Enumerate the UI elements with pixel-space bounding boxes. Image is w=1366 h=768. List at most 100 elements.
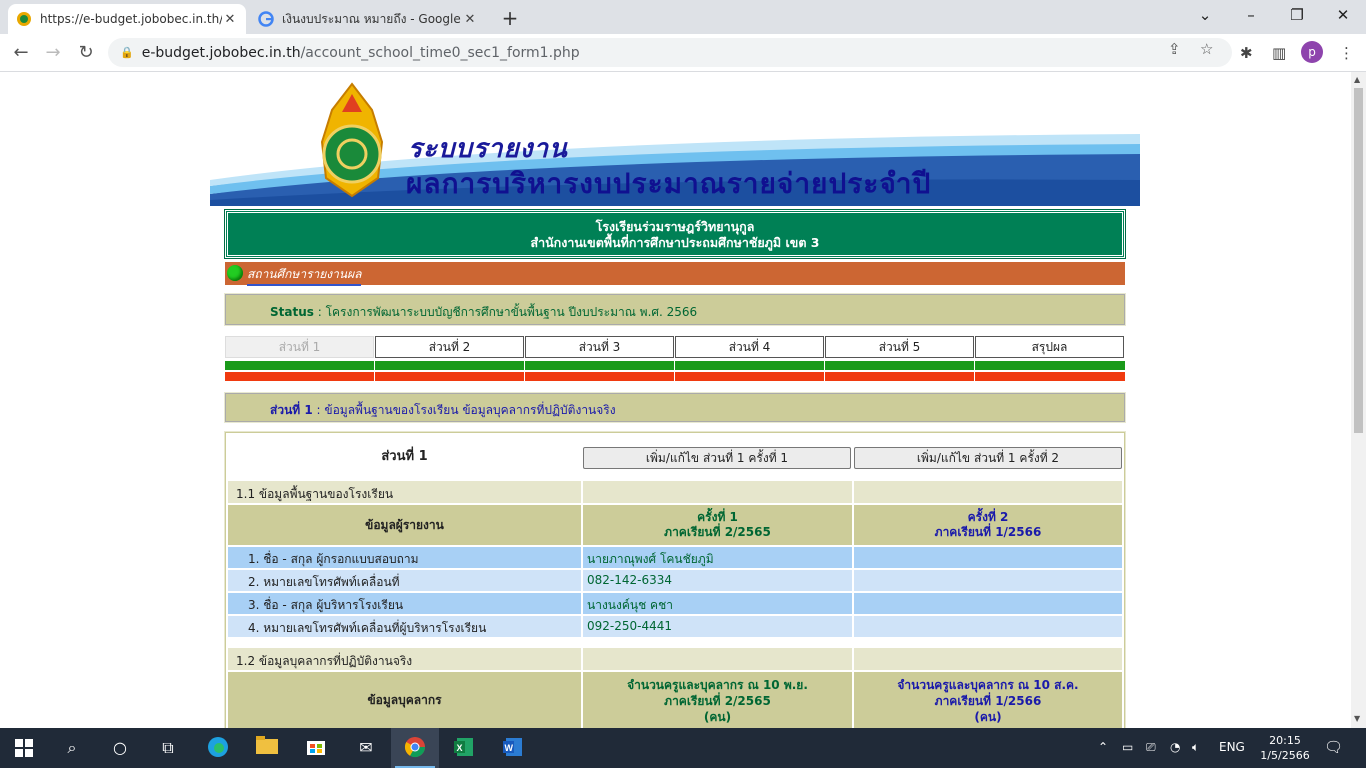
word-icon[interactable]: W — [501, 736, 525, 760]
personnel-header-row: ข้อมูลบุคลากร จำนวนครูและบุคลากร ณ 10 พ.… — [228, 672, 1122, 728]
menu-kebab-icon[interactable]: ⋮ — [1339, 44, 1354, 62]
round2-header: ครั้งที่ 2 ภาคเรียนที่ 1/2566 — [854, 505, 1122, 545]
progress-red-3 — [525, 372, 674, 381]
browser-tab-bar: https://e-budget.jobobec.in.th/ac ✕ เงิน… — [0, 0, 1366, 34]
section-1-2-title: 1.2 ข้อมูลบุคลากรที่ปฏิบัติงานจริง — [228, 648, 581, 670]
excel-icon[interactable]: X — [452, 736, 476, 760]
section-1-2-cell2 — [583, 648, 852, 670]
maximize-icon[interactable]: ❐ — [1274, 0, 1320, 30]
new-tab-icon[interactable]: + — [498, 6, 522, 30]
scrollbar-thumb[interactable] — [1354, 88, 1363, 433]
table-row: 1. ชื่อ - สกุล ผู้กรอกแบบสอบถาม นายภาณุพ… — [228, 547, 1122, 568]
system-clock[interactable]: 20:15 1/5/2566 — [1250, 733, 1320, 763]
reload-icon[interactable]: ↻ — [73, 40, 99, 66]
tab-summary[interactable]: สรุปผล — [975, 336, 1124, 358]
volume-icon[interactable]: 🔈︎ — [1192, 740, 1199, 755]
edit-section1-round1-button[interactable]: เพิ่ม/แก้ไข ส่วนที่ 1 ครั้งที่ 1 — [583, 447, 851, 469]
cortana-icon[interactable]: ○ — [108, 736, 132, 760]
site-favicon-icon — [17, 12, 31, 26]
round2-line1: ครั้งที่ 2 — [967, 510, 1009, 524]
language-indicator[interactable]: ENG — [1219, 740, 1245, 754]
tab-section-2[interactable]: ส่วนที่ 2 — [375, 336, 524, 358]
clock-time: 20:15 — [1269, 734, 1301, 747]
show-hidden-icons-chevron-icon[interactable]: ⌃ — [1098, 740, 1108, 754]
meet-now-icon[interactable]: ⎚ — [1146, 740, 1156, 755]
tab-section-5[interactable]: ส่วนที่ 5 — [825, 336, 974, 358]
progress-green-1 — [225, 361, 374, 370]
section-1-1-cell3 — [854, 481, 1122, 503]
row-value-round2 — [854, 570, 1122, 591]
progress-red-4 — [675, 372, 824, 381]
search-icon[interactable]: ⌕ — [60, 736, 84, 760]
header-banner: ระบบรายงาน ผลการบริหารงบประมาณรายจ่ายประ… — [210, 82, 1140, 206]
part-label: ส่วนที่ 1 — [270, 403, 313, 417]
url-omnibox[interactable]: 🔒 e-budget.jobobec.in.th/account_school_… — [108, 38, 1232, 67]
chrome-icon[interactable] — [403, 736, 427, 760]
address-toolbar: ← → ↻ 🔒 e-budget.jobobec.in.th/account_s… — [0, 34, 1366, 72]
obec-emblem-icon — [320, 82, 384, 198]
scroll-down-icon[interactable]: ▼ — [1354, 714, 1360, 723]
side-panel-icon[interactable]: ▥ — [1272, 44, 1286, 62]
mail-icon[interactable]: ✉ — [354, 736, 378, 760]
share-icon[interactable]: ⇪ — [1168, 40, 1181, 58]
reporter-header: ข้อมูลผู้รายงาน — [228, 505, 581, 545]
section-tabs: ส่วนที่ 1 ส่วนที่ 2 ส่วนที่ 3 ส่วนที่ 4 … — [225, 336, 1125, 358]
section-1-2-cell3 — [854, 648, 1122, 670]
forward-icon[interactable]: → — [40, 40, 66, 66]
progress-red-6 — [975, 372, 1125, 381]
progress-green-2 — [375, 361, 524, 370]
tab-section-1[interactable]: ส่วนที่ 1 — [225, 336, 374, 358]
row-value-round2 — [854, 547, 1122, 568]
round2-line2: ภาคเรียนที่ 1/2566 — [934, 525, 1042, 539]
url-host: e-budget.jobobec.in.th — [141, 44, 301, 61]
wifi-icon[interactable]: ◔ — [1170, 740, 1180, 754]
scroll-up-icon[interactable]: ▲ — [1354, 75, 1360, 84]
tab-section-3[interactable]: ส่วนที่ 3 — [525, 336, 674, 358]
svg-text:X: X — [457, 743, 463, 753]
table-row: 2. หมายเลขโทรศัพท์เคลื่อนที่ 082-142-633… — [228, 570, 1122, 591]
section-1-2-row: 1.2 ข้อมูลบุคลากรที่ปฏิบัติงานจริง — [228, 648, 1122, 670]
back-icon[interactable]: ← — [8, 40, 34, 66]
round1-line1: ครั้งที่ 1 — [697, 510, 738, 524]
status-box: Status : โครงการพัฒนาระบบบัญชีการศึกษาขั… — [224, 293, 1126, 326]
page-scrollbar[interactable]: ▲ ▼ — [1351, 72, 1366, 728]
file-explorer-icon[interactable] — [255, 736, 279, 760]
extensions-icon[interactable]: ✱ — [1240, 44, 1253, 62]
school-office: สำนักงานเขตพื้นที่การศึกษาประถมศึกษาชัยภ… — [530, 235, 820, 250]
section-bar-label: สถานศึกษารายงานผล — [247, 265, 362, 286]
store-icon[interactable] — [304, 736, 328, 760]
school-header: โรงเรียนร่วมราษฎร์วิทยานุกูล สำนักงานเขต… — [224, 209, 1126, 259]
minimize-icon[interactable]: – — [1228, 0, 1274, 30]
personnel-round1-header: จำนวนครูและบุคลากร ณ 10 พ.ย. ภาคเรียนที่… — [583, 672, 852, 728]
bookmark-star-icon[interactable]: ☆ — [1200, 40, 1213, 58]
section-bar: สถานศึกษารายงานผล — [225, 262, 1125, 286]
svg-text:W: W — [505, 743, 514, 753]
browser-tab-active[interactable]: https://e-budget.jobobec.in.th/ac ✕ — [8, 4, 246, 34]
row-label: 4. หมายเลขโทรศัพท์เคลื่อนที่ผู้บริหารโรง… — [228, 616, 581, 637]
row-value-round1: นางนงค์นุช คชา — [583, 593, 852, 614]
banner-title-line2: ผลการบริหารงบประมาณรายจ่ายประจำปี — [406, 167, 932, 200]
task-view-icon[interactable]: ⧉ — [156, 736, 180, 760]
tab-search-chevron-icon[interactable]: ⌄ — [1182, 0, 1228, 30]
close-window-icon[interactable]: ✕ — [1320, 0, 1366, 30]
clock-date: 1/5/2566 — [1260, 749, 1310, 762]
tab-close-icon[interactable]: ✕ — [462, 12, 478, 27]
notifications-icon[interactable]: 🗨︎ — [1324, 738, 1343, 756]
tab-close-icon[interactable]: ✕ — [222, 12, 238, 27]
windows-start-icon[interactable] — [12, 736, 36, 760]
lock-icon[interactable]: 🔒 — [120, 46, 134, 59]
round1-header: ครั้งที่ 1 ภาคเรียนที่ 2/2565 — [583, 505, 852, 545]
progress-red-1 — [225, 372, 374, 381]
browser-tab-google[interactable]: เงินงบประมาณ หมายถึง - Google Se ✕ — [250, 4, 486, 34]
progress-green-3 — [525, 361, 674, 370]
form-title-row: ส่วนที่ 1 เพิ่ม/แก้ไข ส่วนที่ 1 ครั้งที่… — [228, 435, 1122, 479]
progress-green-4 — [675, 361, 824, 370]
edge-icon[interactable] — [206, 736, 230, 760]
tab-section-4[interactable]: ส่วนที่ 4 — [675, 336, 824, 358]
battery-icon[interactable]: ▭ — [1122, 740, 1133, 754]
edit-section1-round2-button[interactable]: เพิ่ม/แก้ไข ส่วนที่ 1 ครั้งที่ 2 — [854, 447, 1122, 469]
profile-avatar[interactable]: p — [1301, 41, 1323, 63]
school-name: โรงเรียนร่วมราษฎร์วิทยานุกูล — [595, 219, 755, 234]
status-label: Status — [270, 305, 314, 319]
form-table: ส่วนที่ 1 เพิ่ม/แก้ไข ส่วนที่ 1 ครั้งที่… — [224, 431, 1126, 728]
